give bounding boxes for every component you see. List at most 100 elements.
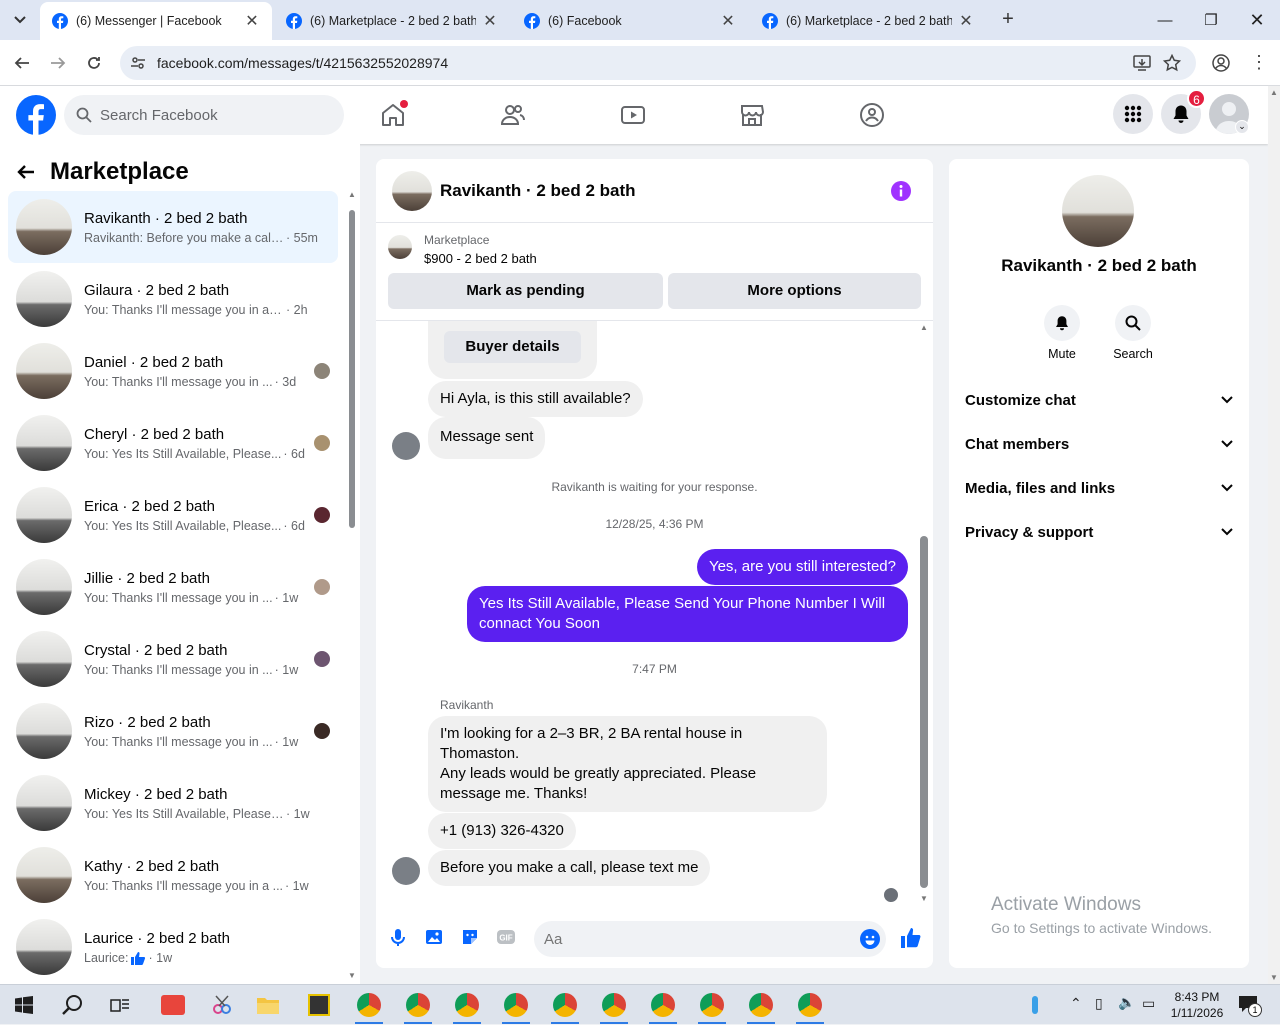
chat-members-section[interactable]: Chat members bbox=[965, 422, 1233, 466]
tab-close-icon[interactable]: ✕ bbox=[244, 11, 260, 31]
sticker-icon[interactable] bbox=[460, 927, 480, 947]
action-center-button[interactable]: 1 bbox=[1238, 995, 1262, 1017]
tab-marketplace-1[interactable]: (6) Marketplace - 2 bed 2 bath | ✕ bbox=[274, 2, 510, 40]
task-view-button[interactable] bbox=[98, 985, 142, 1025]
microphone-icon[interactable] bbox=[388, 927, 408, 947]
conversation-item[interactable]: Rizo · 2 bed 2 bath You: Thanks I'll mes… bbox=[8, 695, 338, 767]
taskbar-chrome[interactable] bbox=[445, 985, 489, 1025]
facebook-logo-icon[interactable] bbox=[16, 95, 56, 135]
address-bar[interactable]: facebook.com/messages/t/4215632552028974 bbox=[120, 46, 1196, 80]
volume-icon[interactable]: 🔈 bbox=[1118, 994, 1135, 1011]
tab-close-icon[interactable]: ✕ bbox=[482, 11, 498, 31]
taskbar-app[interactable] bbox=[297, 985, 341, 1025]
listing-thumbnail bbox=[16, 919, 72, 975]
customize-chat-section[interactable]: Customize chat bbox=[965, 378, 1233, 422]
conversation-item[interactable]: Crystal · 2 bed 2 bath You: Thanks I'll … bbox=[8, 623, 338, 695]
mark-as-pending-button[interactable]: Mark as pending bbox=[388, 273, 663, 309]
read-receipt-avatar bbox=[314, 363, 330, 379]
page-scrollbar[interactable]: ▲ ▼ bbox=[1268, 86, 1280, 984]
like-thumbs-up-icon[interactable] bbox=[900, 927, 922, 949]
nav-marketplace[interactable] bbox=[729, 92, 775, 138]
forward-button[interactable] bbox=[46, 51, 70, 75]
nav-friends[interactable] bbox=[490, 92, 536, 138]
taskbar-chrome[interactable] bbox=[543, 985, 587, 1025]
conversation-item[interactable]: Daniel · 2 bed 2 bath You: Thanks I'll m… bbox=[8, 335, 338, 407]
install-app-icon[interactable] bbox=[1133, 54, 1151, 72]
tab-facebook[interactable]: (6) Facebook ✕ bbox=[512, 2, 748, 40]
chat-title[interactable]: Ravikanth · 2 bed 2 bath bbox=[440, 181, 636, 201]
taskbar-chrome[interactable] bbox=[396, 985, 440, 1025]
close-window-button[interactable]: ✕ bbox=[1234, 0, 1280, 40]
gif-icon[interactable]: GIF bbox=[496, 927, 516, 947]
tab-marketplace-2[interactable]: (6) Marketplace - 2 bed 2 bath | ✕ bbox=[750, 2, 986, 40]
nav-gaming[interactable] bbox=[849, 92, 895, 138]
taskbar-chrome[interactable] bbox=[592, 985, 636, 1025]
tray-app[interactable] bbox=[1013, 985, 1057, 1025]
tab-search-chevron-icon[interactable] bbox=[8, 8, 32, 32]
facebook-search-input[interactable]: Search Facebook bbox=[64, 95, 344, 135]
account-chevron-icon[interactable]: ⌄ bbox=[1235, 120, 1249, 134]
back-button[interactable] bbox=[10, 51, 34, 75]
nav-video[interactable] bbox=[610, 92, 656, 138]
grid-menu-icon bbox=[1124, 105, 1142, 123]
anydesk-icon bbox=[161, 995, 185, 1015]
profile-icon[interactable] bbox=[1212, 54, 1230, 72]
conversation-item[interactable]: Mickey · 2 bed 2 bath You: Yes Its Still… bbox=[8, 767, 338, 839]
tab-close-icon[interactable]: ✕ bbox=[958, 11, 974, 31]
sender-avatar[interactable] bbox=[392, 432, 420, 460]
buyer-details-button[interactable]: Buyer details bbox=[444, 331, 581, 363]
reload-button[interactable] bbox=[82, 51, 106, 75]
taskbar-chrome[interactable] bbox=[641, 985, 685, 1025]
mute-button[interactable]: Mute bbox=[1032, 305, 1092, 361]
back-arrow-icon[interactable] bbox=[16, 162, 36, 182]
taskbar-chrome[interactable] bbox=[739, 985, 783, 1025]
taskbar-chrome[interactable] bbox=[494, 985, 538, 1025]
new-tab-button[interactable]: + bbox=[996, 8, 1020, 32]
tab-messenger[interactable]: (6) Messenger | Facebook ✕ bbox=[40, 2, 272, 40]
media-files-links-section[interactable]: Media, files and links bbox=[965, 466, 1233, 510]
conversation-item[interactable]: Gilaura · 2 bed 2 bath You: Thanks I'll … bbox=[8, 263, 338, 335]
battery-icon[interactable]: ▯ bbox=[1095, 995, 1103, 1012]
more-options-button[interactable]: More options bbox=[668, 273, 921, 309]
taskbar-chrome[interactable] bbox=[347, 985, 391, 1025]
emoji-icon[interactable] bbox=[860, 929, 880, 949]
conversation-item[interactable]: Kathy · 2 bed 2 bath You: Thanks I'll me… bbox=[8, 839, 338, 911]
browser-menu-icon[interactable]: ⋮ bbox=[1250, 52, 1268, 73]
taskbar-chrome[interactable] bbox=[690, 985, 734, 1025]
tab-close-icon[interactable]: ✕ bbox=[720, 11, 736, 31]
taskbar-clock[interactable]: 8:43 PM 1/11/2026 bbox=[1162, 989, 1232, 1021]
url-text[interactable]: facebook.com/messages/t/4215632552028974 bbox=[157, 55, 448, 71]
minimize-button[interactable]: — bbox=[1142, 0, 1188, 40]
search-in-chat-button[interactable]: Search bbox=[1103, 305, 1163, 361]
message-input[interactable] bbox=[534, 921, 886, 957]
conversation-list-scrollbar[interactable]: ▲ ▼ bbox=[346, 190, 358, 980]
privacy-support-section[interactable]: Privacy & support bbox=[965, 510, 1233, 554]
taskbar-search-button[interactable] bbox=[50, 985, 94, 1025]
conversation-item[interactable]: Cheryl · 2 bed 2 bath You: Yes Its Still… bbox=[8, 407, 338, 479]
taskbar-chrome[interactable] bbox=[788, 985, 832, 1025]
photo-icon[interactable] bbox=[424, 927, 444, 947]
chat-scrollbar[interactable]: ▲ ▼ bbox=[917, 323, 931, 903]
bookmark-star-icon[interactable] bbox=[1163, 54, 1181, 72]
conversation-item[interactable]: Erica · 2 bed 2 bath You: Yes Its Still … bbox=[8, 479, 338, 551]
conversation-item[interactable]: Ravikanth · 2 bed 2 bath Ravikanth: Befo… bbox=[8, 191, 338, 263]
restore-button[interactable]: ❐ bbox=[1188, 0, 1234, 40]
conversation-item[interactable]: Jillie · 2 bed 2 bath You: Thanks I'll m… bbox=[8, 551, 338, 623]
listing-thumbnail[interactable] bbox=[388, 235, 412, 259]
chat-avatar[interactable] bbox=[392, 170, 432, 211]
conversation-item[interactable]: Laurice · 2 bed 2 bath Laurice: · 1w bbox=[8, 911, 338, 983]
menu-grid-button[interactable] bbox=[1113, 94, 1153, 134]
site-settings-icon[interactable] bbox=[130, 55, 146, 71]
conversation-list: Ravikanth · 2 bed 2 bath Ravikanth: Befo… bbox=[8, 191, 338, 983]
tray-chevron-up-icon[interactable]: ⌃ bbox=[1070, 995, 1082, 1012]
info-icon[interactable] bbox=[891, 181, 911, 201]
listing-price[interactable]: $900 - 2 bed 2 bath bbox=[424, 251, 537, 266]
nav-home[interactable] bbox=[370, 92, 416, 138]
taskbar-app[interactable] bbox=[151, 985, 195, 1025]
taskbar-app[interactable] bbox=[246, 985, 290, 1025]
taskbar-app[interactable] bbox=[200, 985, 244, 1025]
profile-avatar[interactable] bbox=[1062, 175, 1134, 247]
network-icon[interactable]: ▭ bbox=[1142, 995, 1155, 1012]
start-button[interactable] bbox=[2, 985, 46, 1025]
sender-avatar[interactable] bbox=[392, 857, 420, 885]
